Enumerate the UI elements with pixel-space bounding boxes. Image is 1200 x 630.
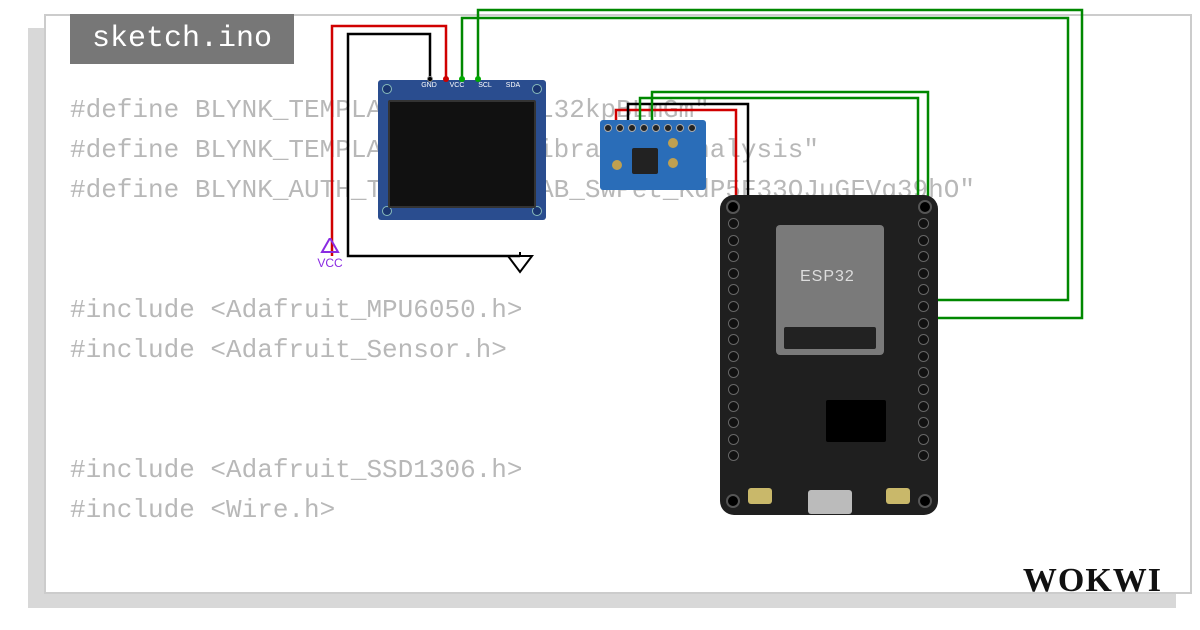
- code-line: #define BLYNK_TEMPLATE_NAME "Vibration A…: [70, 130, 1170, 170]
- wokwi-logo: WOKWI: [1023, 562, 1162, 600]
- code-line: [70, 370, 1170, 410]
- code-line: #include <Adafruit_Sensor.h>: [70, 330, 1170, 370]
- code-line: #define BLYNK_AUTH_TOKEN "qRjbAB_SwPet_K…: [70, 170, 1170, 210]
- code-line: [70, 250, 1170, 290]
- code-line: [70, 410, 1170, 450]
- code-line: [70, 210, 1170, 250]
- code-line: #include <Adafruit_MPU6050.h>: [70, 290, 1170, 330]
- code-line: #define BLYNK_TEMPLATE_ID "TMPL32kpBLmGm…: [70, 90, 1170, 130]
- filename-tab[interactable]: sketch.ino: [70, 14, 294, 64]
- code-preview: #define BLYNK_TEMPLATE_ID "TMPL32kpBLmGm…: [70, 90, 1170, 530]
- code-line: #include <Adafruit_SSD1306.h>: [70, 450, 1170, 490]
- code-line: #include <Wire.h>: [70, 490, 1170, 530]
